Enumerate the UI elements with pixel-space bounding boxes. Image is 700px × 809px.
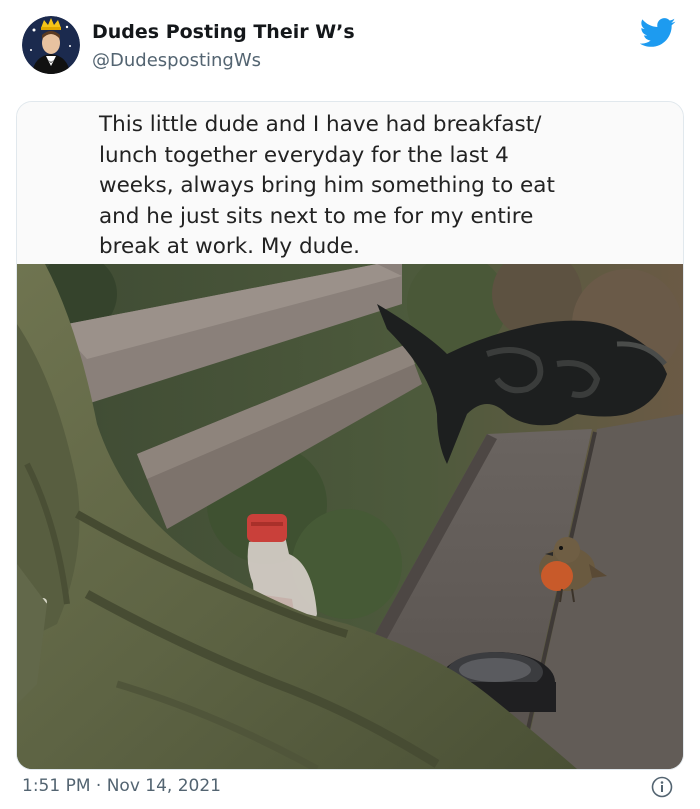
avatar[interactable] (22, 16, 80, 74)
media-card[interactable]: This little dude and I have had breakfas… (16, 101, 684, 770)
tweet-card: Dudes Posting Their W’s @DudespostingWs … (0, 0, 700, 809)
tweet-timestamp[interactable]: 1:51 PM · Nov 14, 2021 (22, 776, 221, 796)
bench-robin-photo[interactable] (17, 249, 683, 769)
twitter-bird-icon[interactable] (639, 18, 676, 48)
author-name[interactable]: Dudes Posting Their W’s (92, 21, 355, 43)
author-handle[interactable]: @DudespostingWs (92, 50, 261, 71)
info-icon[interactable] (651, 776, 673, 798)
image-caption-text: This little dude and I have had breakfas… (99, 112, 555, 259)
image-caption-area: This little dude and I have had breakfas… (17, 102, 683, 264)
